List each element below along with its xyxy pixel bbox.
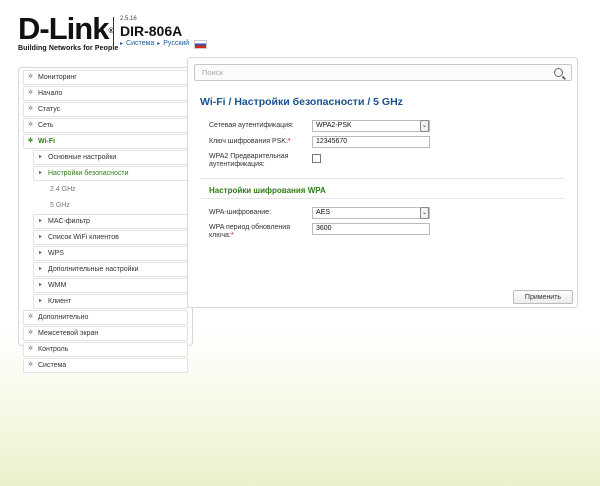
sidebar-item-advanced-wifi[interactable]: ▸ Дополнительные настройки	[33, 262, 188, 277]
cipher-select[interactable]: AES ⌄	[312, 207, 430, 219]
gear-icon: ✲	[28, 122, 34, 128]
sidebar-item-firewall[interactable]: ✲ Межсетевой экран	[23, 326, 188, 341]
triangle-right-icon: ▸	[39, 298, 43, 304]
sidebar-item-label: Wi-Fi	[38, 138, 56, 145]
sidebar-item-control[interactable]: ✲ Контроль	[23, 342, 188, 357]
chevron-down-icon[interactable]: ⌄	[420, 120, 429, 132]
cipher-select-value: AES	[316, 209, 331, 216]
sidebar-item-status[interactable]: ✲ Статус	[23, 102, 188, 117]
sidebar-item-label: Основные настройки	[48, 154, 117, 161]
chevron-down-icon[interactable]: ⌄	[420, 207, 429, 219]
model-name: DIR-806A	[120, 23, 183, 39]
psk-label: Ключ шифрования PSK:*	[209, 138, 304, 146]
sidebar-item-wps[interactable]: ▸ WPS	[33, 246, 188, 261]
period-label-text: WPA период обновления ключа:	[209, 224, 291, 239]
gear-icon: ✲	[28, 90, 34, 96]
tagline: Building Networks for People	[18, 45, 119, 52]
preauth-checkbox[interactable]	[312, 154, 321, 163]
sidebar-item-monitoring[interactable]: ✲ Мониторинг	[23, 70, 188, 85]
sidebar-item-label: Статус	[38, 106, 61, 113]
sidebar-item-security-settings[interactable]: ▸ Настройки безопасности	[33, 166, 188, 181]
sidebar-item-mac-filter[interactable]: ▸ MAC-фильтр	[33, 214, 188, 229]
russian-flag-icon[interactable]	[194, 39, 208, 49]
header-divider	[113, 17, 114, 50]
sidebar-item-label: WPS	[48, 250, 64, 257]
sidebar-item-start[interactable]: ✲ Начало	[23, 86, 188, 101]
sidebar-item-system[interactable]: ✲ Система	[23, 358, 188, 373]
apply-button[interactable]: Применить	[513, 290, 573, 304]
sidebar-item-label: 5 GHz	[50, 202, 70, 209]
brand: D-Link® Building Networks for People	[18, 11, 119, 52]
sidebar-item-label: 2.4 GHz	[50, 186, 76, 193]
sidebar-item-label: Список WiFi клиентов	[48, 234, 119, 241]
sidebar-item-label: Настройки безопасности	[48, 170, 129, 177]
auth-select-value: WPA2-PSK	[316, 122, 352, 129]
sidebar-item-advanced[interactable]: ✲ Дополнительно	[23, 310, 188, 325]
cipher-label: WPA-шифрование:	[209, 209, 271, 216]
triangle-right-icon: ▸	[120, 41, 124, 47]
header-links: ▸ Система ▸ Русский	[120, 39, 208, 49]
triangle-right-icon: ▸	[39, 218, 43, 224]
sidebar-item-label: WMM	[48, 282, 67, 289]
sidebar-item-label: Дополнительные настройки	[48, 266, 139, 273]
auth-label: Сетевая аутентификация:	[209, 122, 294, 129]
section-divider	[200, 198, 565, 199]
sidebar-item-client[interactable]: ▸ Клиент	[33, 294, 188, 309]
required-mark: *	[287, 138, 291, 145]
psk-label-text: Ключ шифрования PSK:	[209, 138, 288, 145]
triangle-right-icon: ▸	[39, 170, 43, 176]
required-mark: *	[230, 232, 234, 239]
device-info: 2.5.16 DIR-806A ▸ Система ▸ Русский	[120, 16, 208, 49]
gear-icon: ✲	[28, 362, 34, 368]
sidebar-item-basic-settings[interactable]: ▸ Основные настройки	[33, 150, 188, 165]
sidebar-item-label: Межсетевой экран	[38, 330, 99, 337]
psk-input[interactable]: 12345670	[312, 136, 430, 148]
triangle-right-icon: ▸	[39, 234, 43, 240]
search-icon[interactable]	[554, 68, 563, 77]
sidebar-item-label: Начало	[38, 90, 63, 97]
sidebar-item-wifi-clients[interactable]: ▸ Список WiFi клиентов	[33, 230, 188, 245]
sidebar-item-label: MAC-фильтр	[48, 218, 90, 225]
sidebar-item-24ghz[interactable]: 2.4 GHz	[33, 182, 188, 197]
sidebar-item-label: Дополнительно	[38, 314, 89, 321]
preauth-label: WPA2 Предварительная аутентификация:	[209, 153, 289, 168]
gear-icon: ✲	[28, 346, 34, 352]
sidebar-item-label: Сеть	[38, 122, 54, 129]
sidebar-item-label: Система	[38, 362, 67, 369]
gear-icon: ✲	[28, 314, 34, 320]
sidebar-item-network[interactable]: ✲ Сеть	[23, 118, 188, 133]
triangle-right-icon: ▸	[39, 282, 43, 288]
main-panel: Поиск Wi-Fi / Настройки безопасности / 5…	[187, 57, 578, 308]
sidebar-item-label: Мониторинг	[38, 74, 77, 81]
period-input[interactable]: 3600	[312, 223, 430, 235]
firmware-version: 2.5.16	[120, 16, 137, 22]
logo-text: D-Link	[18, 11, 109, 46]
system-link[interactable]: Система	[126, 39, 154, 49]
page-title: Wi-Fi / Настройки безопасности / 5 GHz	[200, 96, 403, 108]
sidebar-item-label: Клиент	[48, 298, 72, 305]
search-input[interactable]: Поиск	[194, 64, 572, 81]
gear-icon: ✲	[28, 138, 34, 144]
auth-select[interactable]: WPA2-PSK ⌄	[312, 120, 430, 132]
search-placeholder: Поиск	[202, 68, 223, 77]
triangle-right-icon: ▸	[39, 250, 43, 256]
sidebar-item-label: Контроль	[38, 346, 69, 353]
gear-icon: ✲	[28, 74, 34, 80]
triangle-right-icon: ▸	[157, 41, 161, 47]
section-divider	[200, 178, 565, 179]
sidebar-item-wifi[interactable]: ✲ Wi-Fi	[23, 134, 188, 149]
period-label: WPA период обновления ключа:*	[209, 224, 304, 240]
gear-icon: ✲	[28, 106, 34, 112]
sidebar-item-5ghz[interactable]: 5 GHz	[33, 198, 188, 213]
gear-icon: ✲	[28, 330, 34, 336]
language-link[interactable]: Русский	[163, 39, 189, 49]
dlink-logo: D-Link®	[18, 11, 118, 46]
wpa-section-title: Настройки шифрования WPA	[209, 186, 326, 195]
triangle-right-icon: ▸	[39, 154, 43, 160]
sidebar-item-wmm[interactable]: ▸ WMM	[33, 278, 188, 293]
sidebar: ✲ Мониторинг ✲ Начало ✲ Статус ✲ Сеть ✲ Wi-Fi…	[18, 67, 193, 373]
triangle-right-icon: ▸	[39, 266, 43, 272]
